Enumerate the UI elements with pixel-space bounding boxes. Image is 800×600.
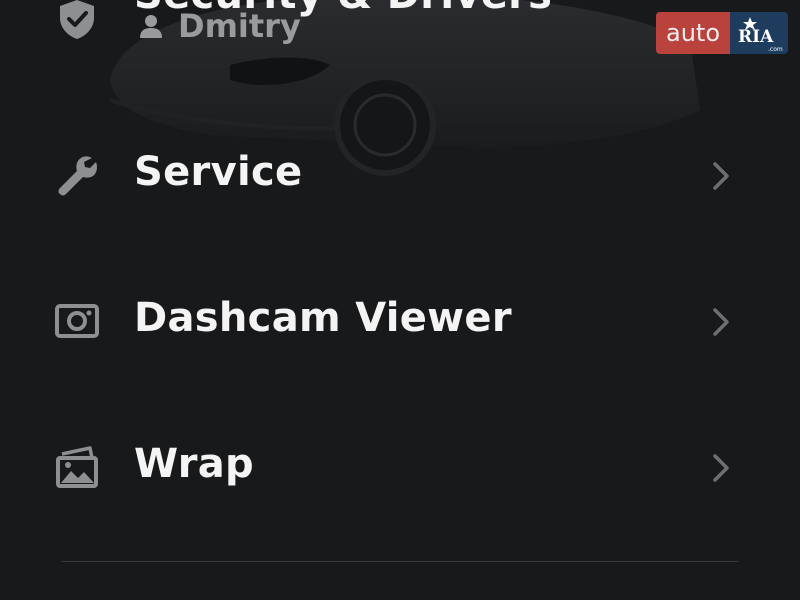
person-icon [140,15,162,38]
driver-name: Dmitry [178,7,301,45]
app-screen: auto RIA .com Security & Drivers Dmitry [0,0,800,600]
driver-info: Dmitry [138,6,301,46]
shield-check-icon [60,0,94,39]
camera-icon [55,304,99,338]
menu-item-label: Dashcam Viewer [134,295,512,341]
images-icon [56,446,98,488]
menu-item-wrap[interactable]: Wrap [0,427,800,507]
chevron-right-icon [713,308,729,336]
menu-item-dashcam-viewer[interactable]: Dashcam Viewer [0,281,800,361]
chevron-right-icon [713,454,729,482]
menu-item-label: Wrap [134,441,254,487]
menu-item-security-drivers[interactable]: Security & Drivers Dmitry [0,0,800,60]
chevron-right-icon [713,162,729,190]
wrench-icon [58,156,97,196]
menu-item-service[interactable]: Service [0,135,800,215]
menu-item-label: Service [134,149,303,195]
section-divider [62,561,738,562]
